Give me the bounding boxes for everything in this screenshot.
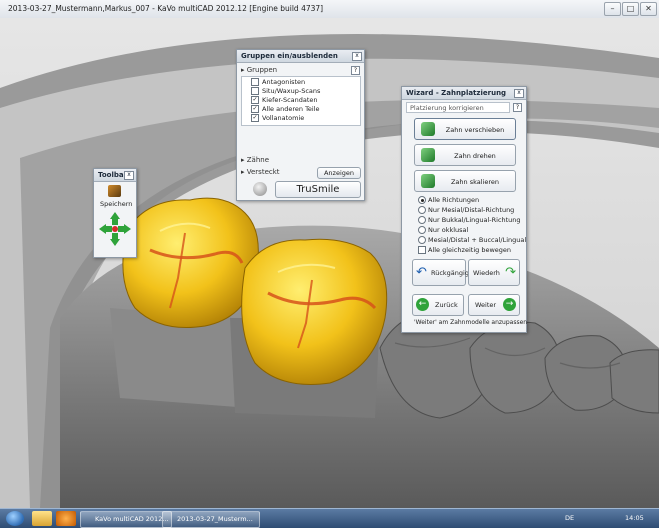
start-button[interactable] — [6, 511, 24, 526]
radio-all-directions[interactable] — [418, 196, 426, 204]
tooth-rotate-icon — [421, 148, 435, 162]
wizard-title: Wizard - Zahnplatzierung — [406, 89, 507, 97]
redo-arrow-icon: ↷ — [505, 265, 516, 280]
checkbox-move-all[interactable] — [418, 246, 426, 254]
placement-field: Platzierung korrigieren — [406, 102, 510, 113]
wizard-header: Wizard - Zahnplatzierung x — [402, 87, 526, 100]
wizard-close-icon[interactable]: x — [514, 89, 524, 98]
groups-help-icon[interactable]: ? — [351, 66, 360, 75]
tooth-scale-icon — [421, 174, 435, 188]
checkbox-antagonists[interactable] — [251, 78, 259, 86]
toolbar-close-icon[interactable]: x — [124, 171, 134, 180]
hidden-section-header[interactable]: ▸ Versteckt — [241, 168, 280, 176]
window-titlebar: 2013-03-27_Mustermann,Markus_007 - KaVo … — [0, 0, 659, 19]
window-title: 2013-03-27_Mustermann,Markus_007 - KaVo … — [8, 4, 324, 13]
crown-left — [122, 197, 259, 329]
explorer-icon[interactable] — [32, 511, 52, 526]
groups-panel: Gruppen ein/ausblenden x ▸ Gruppen ? Ant… — [236, 49, 365, 201]
checkbox-other-parts[interactable]: ✓ — [251, 105, 259, 113]
move-arrows-icon[interactable] — [99, 212, 131, 246]
toolbar-panel: Toolbar x Speichern — [93, 168, 137, 258]
back-button[interactable]: ← Zurück — [412, 294, 464, 316]
toolbar-title: Toolbar — [98, 171, 128, 179]
save-button[interactable]: Speichern — [100, 200, 132, 208]
window-controls: – □ ✕ — [604, 2, 657, 16]
checkbox-full-anatomy[interactable]: ✓ — [251, 114, 259, 122]
next-button[interactable]: Weiter → — [468, 294, 520, 316]
show-button[interactable]: Anzeigen — [317, 167, 361, 179]
teeth-section-header[interactable]: ▸ Zähne — [241, 156, 269, 164]
rotate-tooth-button[interactable]: Zahn drehen — [414, 144, 516, 166]
wizard-panel: Wizard - Zahnplatzierung x Platzierung k… — [401, 86, 527, 333]
tooth-move-icon — [421, 122, 435, 136]
taskbar-item-kavo[interactable]: KaVo multiCAD 2012... — [80, 511, 172, 528]
3d-viewport[interactable]: Toolbar x Speichern Gruppen ein/ausblend… — [0, 18, 659, 508]
media-player-icon[interactable] — [56, 511, 76, 526]
close-button[interactable]: ✕ — [640, 2, 657, 16]
groups-close-icon[interactable]: x — [352, 52, 362, 61]
trusmile-button[interactable]: TruSmile — [275, 181, 361, 198]
wizard-help-icon[interactable]: ? — [513, 103, 522, 112]
move-tooth-button[interactable]: Zahn verschieben — [414, 118, 516, 140]
next-arrow-icon: → — [503, 298, 516, 311]
groups-section-header[interactable]: ▸ Gruppen — [241, 66, 277, 74]
undo-arrow-icon: ↶ — [416, 265, 427, 280]
clock[interactable]: 14:05 — [625, 514, 644, 522]
trusmile-icon — [253, 182, 267, 196]
redo-button[interactable]: Wiederh ↷ — [468, 259, 520, 286]
toolbar-header: Toolbar x — [94, 169, 136, 182]
checkbox-jaw-scans[interactable]: ✓ — [251, 96, 259, 104]
groups-header: Gruppen ein/ausblenden x — [237, 50, 364, 63]
maximize-button[interactable]: □ — [622, 2, 639, 16]
scale-tooth-button[interactable]: Zahn skalieren — [414, 170, 516, 192]
taskbar-item-patient[interactable]: 2013-03-27_Musterm... — [162, 511, 260, 528]
groups-title: Gruppen ein/ausblenden — [241, 52, 338, 60]
undo-button[interactable]: ↶ Rückgängig — [412, 259, 469, 286]
checkbox-situ-scans[interactable] — [251, 87, 259, 95]
radio-mesial-distal[interactable] — [418, 206, 426, 214]
language-indicator[interactable]: DE — [565, 514, 574, 522]
taskbar: KaVo multiCAD 2012... 2013-03-27_Musterm… — [0, 508, 659, 528]
minimize-button[interactable]: – — [604, 2, 621, 16]
save-icon[interactable] — [108, 185, 121, 197]
wizard-hint: 'Weiter' am Zahnmodelle anzupassen — [414, 319, 528, 326]
radio-buccal-lingual[interactable] — [418, 216, 426, 224]
back-arrow-icon: ← — [416, 298, 429, 311]
radio-occlusal[interactable] — [418, 226, 426, 234]
radio-mesial-buccal[interactable] — [418, 236, 426, 244]
